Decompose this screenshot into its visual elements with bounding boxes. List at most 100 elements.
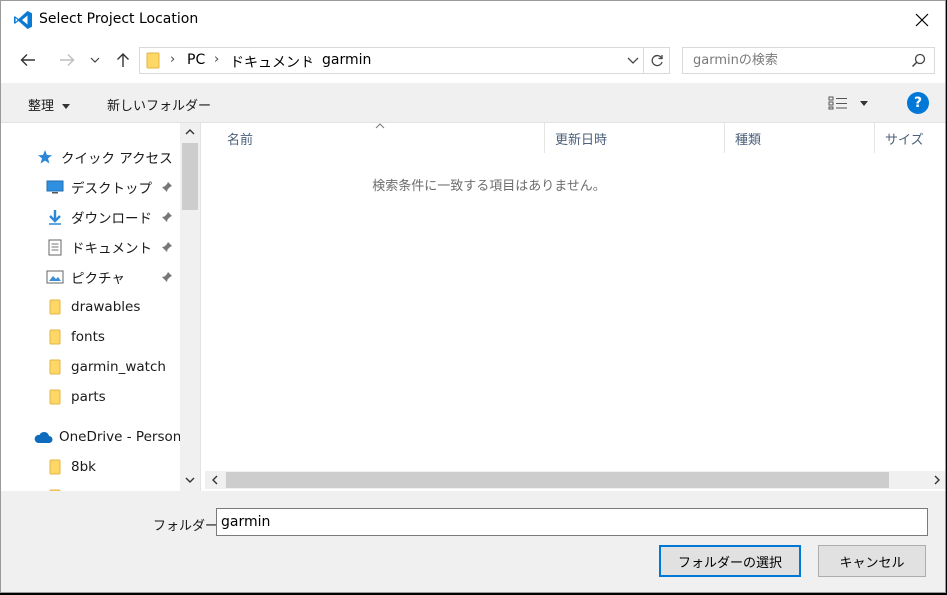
sidebar-item-8bk[interactable]: 8bk [45,453,200,481]
sidebar-item-drawables[interactable]: drawables [45,293,200,321]
recent-locations-button[interactable] [85,47,105,73]
download-icon [45,207,65,227]
column-header-label: 種類 [735,132,762,148]
desktop-icon [45,177,65,197]
forward-button[interactable] [54,47,80,73]
cloud-icon [33,427,53,447]
sidebar-item-onedrive[interactable]: OneDrive - Person [33,423,200,451]
refresh-button[interactable] [643,48,669,73]
pin-icon[interactable] [161,241,173,253]
sidebar-item-documents[interactable]: ドキュメント [45,233,200,261]
sidebar-item-label: ピクチャ [71,271,125,287]
new-folder-button[interactable]: 新しいフォルダー [107,95,211,114]
window-title: Select Project Location [39,11,199,27]
sidebar-item-partial[interactable] [45,483,200,491]
file-dialog-window: Select Project Location › PC › ドキュメント › … [0,0,946,593]
breadcrumb-separator: › [214,52,220,67]
organize-label: 整理 [28,99,55,114]
empty-folder-message: 検索条件に一致する項目はありません。 [372,179,606,194]
arrow-up-icon [117,53,129,67]
sidebar-item-label: drawables [71,299,141,315]
breadcrumb-documents[interactable]: ドキュメント [230,52,314,72]
sidebar-item-parts[interactable]: parts [45,383,200,411]
chevron-down-icon [90,57,100,63]
column-header-label: 更新日時 [555,132,608,148]
details-view-icon [828,96,847,110]
sidebar-item-label: デスクトップ [71,181,152,197]
sidebar-item-label: 8bk [71,459,96,475]
horizontal-scrollbar[interactable] [205,471,945,489]
breadcrumb-separator: › [170,52,176,67]
sidebar-item-desktop[interactable]: デスクトップ [45,173,200,201]
sidebar-item-pictures[interactable]: ピクチャ [45,263,200,291]
sort-ascending-icon [375,123,385,129]
vscode-icon [14,11,32,29]
sidebar-item-label: OneDrive - Person [59,429,182,445]
select-folder-button[interactable]: フォルダーの選択 [659,545,801,577]
navigation-pane: クイック アクセス デスクトップ ダウンロード ドキュメント ピクチャ draw… [1,123,201,491]
column-header-modified[interactable]: 更新日時 [545,123,725,153]
arrow-left-icon [20,54,35,66]
column-header-type[interactable]: 種類 [725,123,875,153]
pin-icon[interactable] [161,271,173,283]
refresh-icon [651,54,663,66]
navigation-bar: › PC › ドキュメント › garmin [1,39,945,83]
chevron-left-icon [212,475,218,485]
folder-name-input[interactable] [216,508,928,536]
sidebar-item-fonts[interactable]: fonts [45,323,200,351]
chevron-up-icon [185,129,195,135]
chevron-right-icon [934,475,940,485]
scroll-right-button[interactable] [927,471,945,489]
sidebar-item-garmin-watch[interactable]: garmin_watch [45,353,200,381]
folder-label: フォルダー: [153,519,223,534]
caret-down-icon [860,100,868,106]
folder-icon [146,52,160,69]
folder-icon [45,327,65,347]
column-header-label: サイズ [885,132,924,148]
search-input[interactable] [683,48,903,73]
sidebar-item-downloads[interactable]: ダウンロード [45,203,200,231]
close-button[interactable] [899,1,945,39]
title-bar: Select Project Location [1,1,945,39]
caret-down-icon [62,104,71,109]
folder-icon [45,297,65,317]
sidebar-item-label: ドキュメント [71,241,152,257]
chevron-down-icon[interactable] [627,53,639,67]
cancel-button[interactable]: キャンセル [818,545,926,577]
scroll-left-button[interactable] [205,471,225,489]
search-box[interactable] [682,47,935,74]
address-bar[interactable]: › PC › ドキュメント › garmin [139,47,670,74]
breadcrumb-separator: › [307,52,313,67]
breadcrumb-pc[interactable]: PC [187,52,205,68]
scrollbar-thumb[interactable] [182,143,198,210]
column-header-label: 名前 [227,132,254,148]
scroll-up-button[interactable] [180,123,200,141]
organize-button[interactable]: 整理 [28,95,71,114]
chevron-down-icon [185,477,195,483]
sidebar-item-label: fonts [71,329,105,345]
view-options-button[interactable] [828,93,876,113]
column-header-size[interactable]: サイズ [875,123,945,153]
sidebar-scrollbar[interactable] [180,123,200,491]
folder-icon [45,457,65,477]
back-button[interactable] [15,47,41,73]
breadcrumb-garmin[interactable]: garmin [322,52,371,68]
command-bar: 整理 新しいフォルダー ? [1,83,945,123]
search-icon [911,53,926,68]
scrollbar-thumb[interactable] [226,472,889,488]
close-icon [915,13,929,27]
pin-icon[interactable] [161,211,173,223]
arrow-right-icon [60,54,75,66]
help-button[interactable]: ? [907,92,929,114]
sidebar-item-label: クイック アクセス [61,151,173,167]
pin-icon[interactable] [161,181,173,193]
up-button[interactable] [110,47,136,73]
sidebar-item-label: parts [71,389,106,405]
star-icon [35,147,55,167]
sidebar-item-quick-access[interactable]: クイック アクセス [35,143,200,171]
folder-icon [45,387,65,407]
scroll-down-button[interactable] [180,471,200,489]
sidebar-item-label: ダウンロード [71,211,152,227]
picture-icon [45,267,65,287]
folder-icon [45,357,65,377]
